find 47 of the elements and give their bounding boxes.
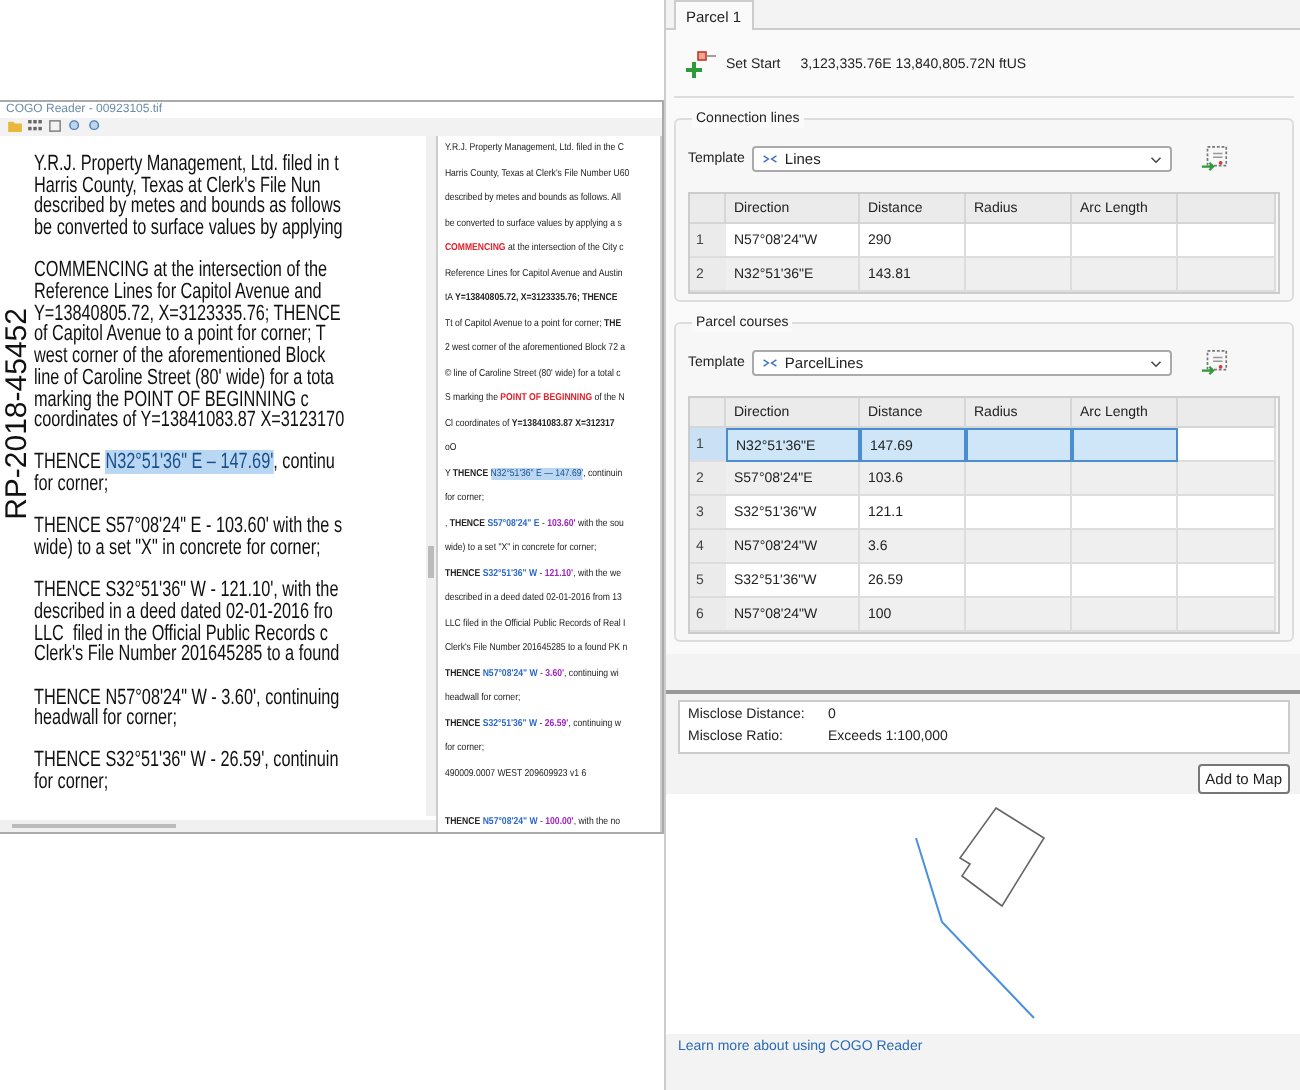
grid-icon[interactable] <box>28 120 42 132</box>
table-cell[interactable] <box>966 428 1072 462</box>
document-line: line of Caroline Street (80' wide) for a tota <box>34 367 334 390</box>
document-line: Y.R.J. Property Management, Ltd. filed in t <box>34 154 339 176</box>
table-cell <box>1178 428 1276 462</box>
document-line: COMMENCING at the intersection of the <box>34 260 328 283</box>
document-line: coordinates of Y=13841083.87 X=3123170 <box>34 410 345 432</box>
document-line: THENCE N32°51'36" E – 147.69', continu <box>34 452 335 475</box>
chevron-down-icon <box>1150 359 1163 367</box>
document-line: headwall for corner; <box>34 708 177 730</box>
document-line: Clerk's File Number 201645285 to a found <box>34 644 340 667</box>
document-line: described in a deed dated 02-01-2016 fro <box>34 601 333 624</box>
chevron-down-icon <box>1150 155 1163 163</box>
document-line: of Capitol Avenue to a point for corner; T <box>34 324 326 347</box>
table-cell[interactable] <box>1072 428 1178 462</box>
document-line: for corner; <box>34 474 109 496</box>
table-cell <box>1178 258 1276 292</box>
document-line: THENCE S32°51'36" W - 26.59', continuin <box>34 750 339 773</box>
vertical-scrollbar[interactable] <box>426 136 436 816</box>
document-line: THENCE N57°08'24" W - 3.60', continuing <box>34 687 340 709</box>
document-line: Reference Lines for Capitol Avenue and <box>34 282 322 304</box>
line-type-icon <box>762 358 779 368</box>
stamp-number: RP-2018-45452 <box>0 308 34 520</box>
document-line: LLC filed in the Official Public Records c <box>34 623 328 645</box>
dashed-frame-arrow-icon[interactable] <box>1200 144 1231 174</box>
add-point-icon <box>686 50 718 78</box>
table-cell <box>1178 496 1276 530</box>
document-line: Harris County, Texas at Clerk's File Nun <box>34 175 321 197</box>
dashed-frame-arrow-icon[interactable] <box>1200 348 1231 378</box>
document-line: wide) to a set "X" in concrete for corner; <box>34 538 321 560</box>
document-line: described by metes and bounds as follows <box>34 196 341 219</box>
document-line: west corner of the aforementioned Block <box>34 346 326 368</box>
document-line: THENCE S32°51'36" W - 121.10', with the <box>34 580 339 602</box>
folder-icon[interactable] <box>8 120 22 132</box>
document-line: for corner; <box>34 772 109 794</box>
table-cell <box>1178 530 1276 564</box>
document-line: Y=13840805.72, X=3123335.76; THENCE <box>34 303 341 325</box>
table-cell <box>1178 462 1276 496</box>
document-line: THENCE S57°08'24" E - 103.60' with the s <box>34 516 343 539</box>
line-type-icon <box>762 154 779 164</box>
document-line: be converted to surface values by applying <box>34 218 343 240</box>
horizontal-scrollbar[interactable] <box>0 820 436 832</box>
table-cell <box>1178 564 1276 598</box>
page-icon[interactable] <box>48 120 62 132</box>
table-cell <box>1178 598 1276 632</box>
table-cell <box>1178 224 1276 258</box>
document-line: marking the POINT OF BEGINNING c <box>34 389 309 411</box>
